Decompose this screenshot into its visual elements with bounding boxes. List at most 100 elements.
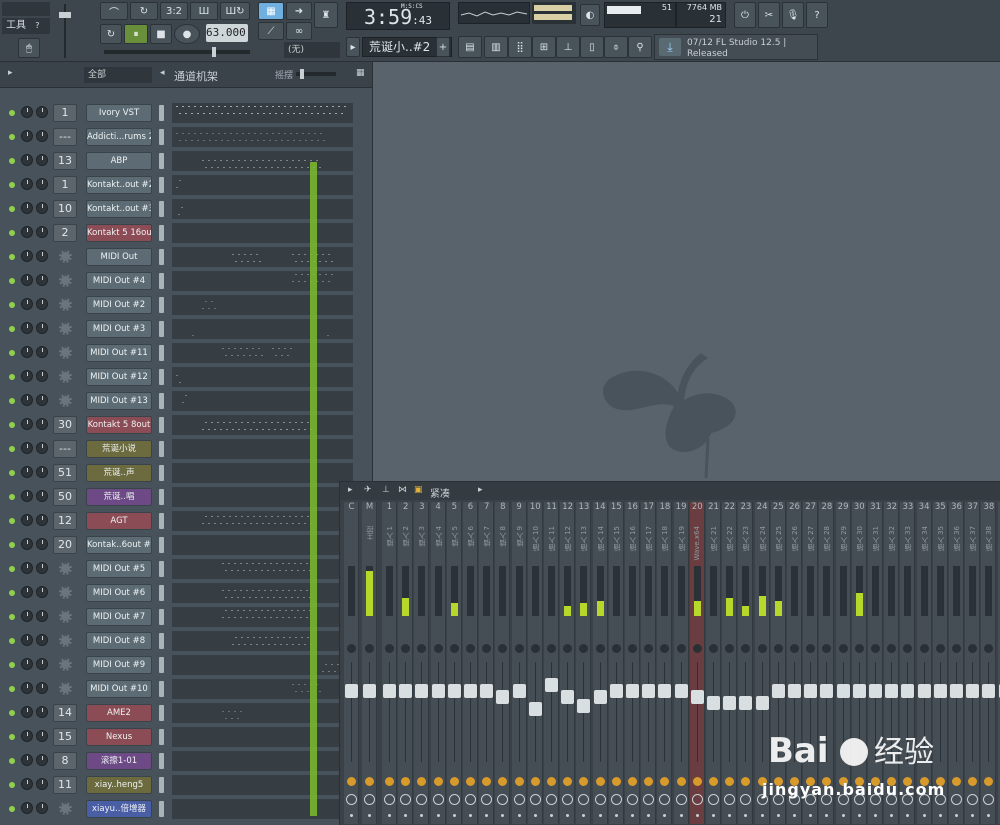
channel-sequencer[interactable] bbox=[172, 415, 353, 435]
send-ring-icon[interactable] bbox=[529, 794, 541, 805]
volume-knob[interactable] bbox=[21, 562, 33, 574]
channel-row[interactable]: MIDI Out #9 bbox=[0, 654, 373, 676]
volume-knob[interactable] bbox=[21, 682, 33, 694]
send-ring-icon[interactable] bbox=[546, 794, 557, 805]
volume-knob[interactable] bbox=[21, 706, 33, 718]
channel-row[interactable]: MIDI Out #11 bbox=[0, 342, 373, 364]
channel-sequencer[interactable] bbox=[172, 775, 353, 795]
mute-led[interactable] bbox=[9, 590, 15, 596]
route-dot[interactable] bbox=[938, 814, 942, 817]
mixer-route-field[interactable]: 50 bbox=[53, 488, 77, 506]
mixer-layout-icon[interactable]: ▣ bbox=[414, 485, 423, 495]
pan-knob[interactable] bbox=[725, 644, 735, 653]
pan-knob[interactable] bbox=[36, 322, 48, 334]
pan-knob[interactable] bbox=[36, 394, 48, 406]
mute-led[interactable] bbox=[9, 734, 15, 740]
pan-knob[interactable] bbox=[36, 202, 48, 214]
send-ring-icon[interactable] bbox=[691, 794, 703, 805]
pan-knob[interactable] bbox=[838, 644, 848, 653]
channel-select[interactable] bbox=[159, 561, 164, 577]
pan-knob[interactable] bbox=[644, 644, 654, 653]
volume-fader[interactable] bbox=[966, 684, 980, 698]
pan-knob[interactable] bbox=[466, 644, 475, 653]
send-ring-icon[interactable] bbox=[627, 794, 638, 805]
route-dot[interactable] bbox=[368, 814, 371, 817]
pan-knob[interactable] bbox=[773, 644, 783, 653]
fx-slot-icon[interactable] bbox=[611, 777, 621, 786]
mixer-channel[interactable]: 11 插入 11 bbox=[544, 502, 559, 824]
wait-input-icon[interactable]: ↻ bbox=[130, 2, 158, 20]
volume-knob[interactable] bbox=[21, 730, 33, 742]
send-ring-icon[interactable] bbox=[594, 794, 606, 805]
volume-fader[interactable] bbox=[885, 684, 899, 698]
channel-select[interactable] bbox=[159, 609, 164, 625]
mixer-mode-icon[interactable]: ⋈ bbox=[398, 485, 407, 495]
mixer-preset-icon[interactable]: ✈ bbox=[364, 485, 372, 495]
channel-sequencer[interactable] bbox=[172, 607, 353, 627]
channel-row[interactable]: 1 Ivory VST bbox=[0, 102, 373, 124]
send-ring-icon[interactable] bbox=[400, 794, 412, 805]
stop-button[interactable]: ■ bbox=[150, 24, 172, 44]
mixer-channel[interactable]: 21 插入 21 bbox=[706, 502, 721, 824]
pan-knob[interactable] bbox=[385, 644, 394, 653]
gear-icon[interactable] bbox=[59, 610, 72, 623]
mute-led[interactable] bbox=[9, 374, 15, 380]
pan-knob[interactable] bbox=[36, 754, 48, 766]
fx-slot-icon[interactable] bbox=[595, 777, 605, 786]
fx-slot-icon[interactable] bbox=[482, 777, 492, 786]
mixer-route-field[interactable]: 11 bbox=[53, 776, 77, 794]
channel-sequencer[interactable] bbox=[172, 295, 353, 315]
volume-knob[interactable] bbox=[21, 130, 33, 142]
mute-led[interactable] bbox=[9, 206, 15, 212]
mixer-icon[interactable]: ⊥ bbox=[556, 36, 580, 58]
pan-knob[interactable] bbox=[36, 370, 48, 382]
send-ring-icon[interactable] bbox=[675, 794, 687, 805]
pan-knob[interactable] bbox=[36, 634, 48, 646]
route-dot[interactable] bbox=[971, 814, 975, 817]
volume-fader[interactable] bbox=[820, 684, 834, 698]
channel-row[interactable]: MIDI Out #5 bbox=[0, 558, 373, 580]
send-ring-icon[interactable] bbox=[578, 794, 590, 805]
fx-slot-icon[interactable] bbox=[741, 777, 751, 786]
channel-button[interactable]: AME2 bbox=[86, 704, 152, 722]
channel-row[interactable]: 30 Kontakt 5 8out bbox=[0, 414, 373, 436]
add-pattern-icon[interactable]: + bbox=[436, 37, 450, 57]
route-dot[interactable] bbox=[469, 814, 472, 817]
fx-slot-icon[interactable] bbox=[579, 777, 589, 786]
mixer-route-field[interactable]: 8 bbox=[53, 752, 77, 770]
pan-knob[interactable] bbox=[36, 562, 48, 574]
record-audio-icon[interactable]: ◐ bbox=[580, 4, 600, 26]
volume-knob[interactable] bbox=[21, 250, 33, 262]
channel-button[interactable]: ABP bbox=[86, 152, 152, 170]
route-dot[interactable] bbox=[663, 814, 667, 817]
channel-select[interactable] bbox=[159, 681, 164, 697]
volume-fader[interactable] bbox=[674, 684, 688, 698]
mute-led[interactable] bbox=[9, 422, 15, 428]
pan-knob[interactable] bbox=[36, 418, 48, 430]
channel-sequencer[interactable] bbox=[172, 631, 353, 651]
channel-button[interactable]: MIDI Out #4 bbox=[86, 272, 152, 290]
channel-row[interactable]: MIDI Out #10 bbox=[0, 678, 373, 700]
send-ring-icon[interactable] bbox=[497, 794, 509, 805]
pan-knob[interactable] bbox=[36, 586, 48, 598]
channel-button[interactable]: MIDI Out #10 bbox=[86, 680, 152, 698]
volume-knob[interactable] bbox=[21, 442, 33, 454]
volume-fader[interactable] bbox=[723, 696, 737, 710]
pan-knob[interactable] bbox=[449, 644, 459, 653]
route-dot[interactable] bbox=[760, 814, 764, 817]
channel-row[interactable]: MIDI Out #2 bbox=[0, 294, 373, 316]
fx-slot-icon[interactable] bbox=[347, 777, 356, 786]
swing-slider[interactable] bbox=[296, 69, 336, 79]
countdown-icon[interactable]: 3:2 bbox=[160, 2, 188, 20]
mute-led[interactable] bbox=[9, 398, 15, 404]
mute-led[interactable] bbox=[9, 110, 15, 116]
channel-sequencer[interactable] bbox=[172, 391, 353, 411]
volume-fader[interactable] bbox=[363, 684, 376, 698]
route-dot[interactable] bbox=[890, 814, 894, 817]
send-ring-icon[interactable] bbox=[643, 794, 655, 805]
volume-knob[interactable] bbox=[21, 610, 33, 622]
pan-knob[interactable] bbox=[401, 644, 411, 653]
channel-select[interactable] bbox=[159, 633, 164, 649]
fx-slot-icon[interactable] bbox=[433, 777, 443, 786]
route-dot[interactable] bbox=[614, 814, 618, 817]
